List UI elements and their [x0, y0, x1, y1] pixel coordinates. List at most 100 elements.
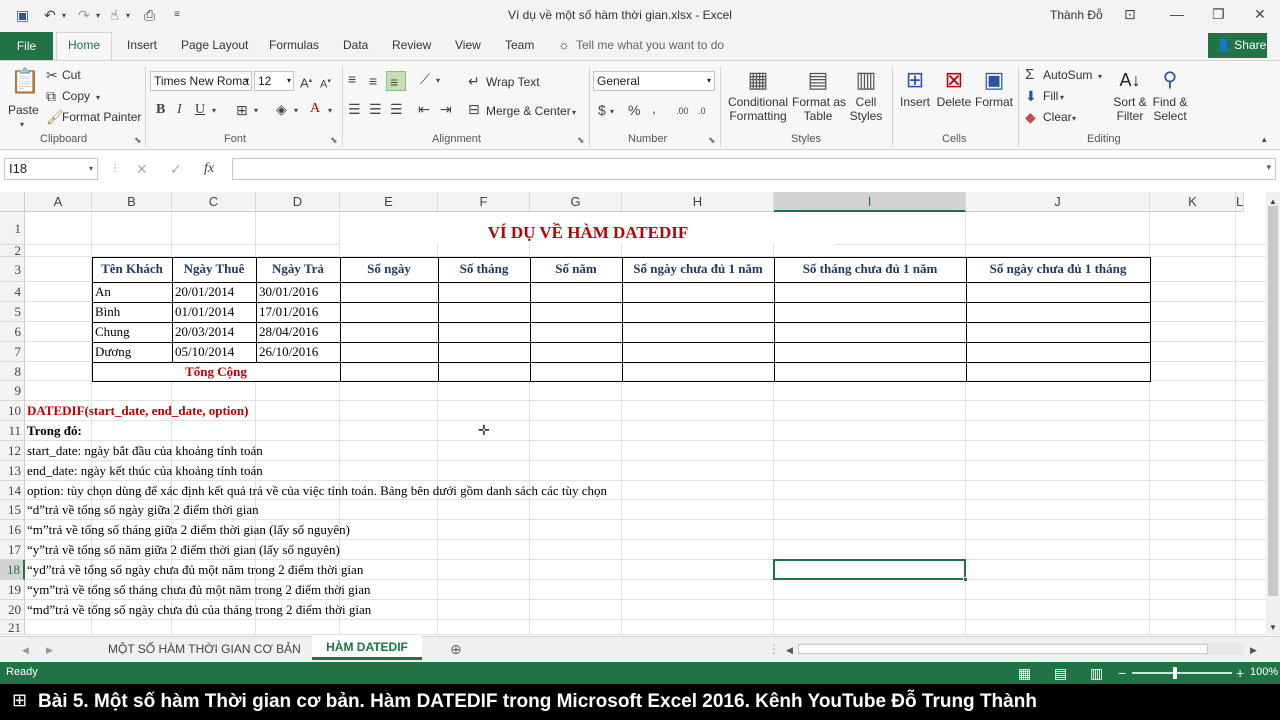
row-header-11[interactable]: 11: [0, 421, 25, 441]
note-line[interactable]: DATEDIF(start_date, end_date, option): [27, 401, 248, 420]
find-select-button[interactable]: ⚲ Find & Select: [1150, 65, 1190, 129]
note-line[interactable]: “ym”trả về tổng số tháng chưa đủ một năm…: [27, 580, 371, 599]
number-format-select[interactable]: General ▾: [593, 71, 715, 91]
row-header-7[interactable]: 7: [0, 342, 25, 362]
format-cells-button[interactable]: ▣ Format: [974, 65, 1014, 129]
row-header-5[interactable]: 5: [0, 302, 25, 322]
decrease-decimal-icon[interactable]: .0: [698, 103, 706, 119]
row-header-9[interactable]: 9: [0, 381, 25, 401]
note-line[interactable]: “m”trả về tổng số tháng giữa 2 điểm thời…: [27, 520, 350, 539]
grow-font-icon[interactable]: A▴: [300, 73, 312, 91]
shrink-font-icon[interactable]: A▾: [320, 74, 331, 93]
tab-review[interactable]: Review: [392, 38, 431, 52]
comma-icon[interactable]: ,: [652, 100, 656, 116]
column-header-F[interactable]: F: [438, 192, 530, 212]
row-header-13[interactable]: 13: [0, 461, 25, 481]
total-label[interactable]: Tổng Cộng: [92, 362, 340, 381]
tab-data[interactable]: Data: [343, 38, 368, 52]
row-header-12[interactable]: 12: [0, 441, 25, 461]
note-line[interactable]: “d”trả về tổng số ngày giữa 2 điểm thời …: [27, 500, 259, 519]
percent-icon[interactable]: %: [628, 102, 640, 118]
column-header-E[interactable]: E: [340, 192, 438, 212]
column-header-L[interactable]: L: [1236, 192, 1245, 212]
align-middle-icon[interactable]: ≡: [369, 73, 377, 89]
currency-dropdown-icon[interactable]: ▾: [610, 104, 614, 120]
tab-insert[interactable]: Insert: [127, 38, 157, 52]
row-header-4[interactable]: 4: [0, 282, 25, 302]
cell-styles-button[interactable]: ▥ Cell Styles: [844, 65, 888, 129]
formula-input[interactable]: ▾: [232, 158, 1276, 180]
next-sheet-icon[interactable]: ▶: [46, 642, 53, 658]
orientation-dropdown-icon[interactable]: ▾: [436, 73, 440, 89]
align-top-icon[interactable]: ≡: [348, 71, 356, 87]
increase-indent-icon[interactable]: ⇥: [440, 101, 452, 117]
redo-icon[interactable]: ↷: [78, 7, 90, 23]
zoom-out-icon[interactable]: −: [1118, 665, 1126, 681]
scroll-down-icon[interactable]: ▼: [1269, 620, 1277, 636]
note-line[interactable]: “y”trả về tổng số năm giữa 2 điểm thời g…: [27, 540, 340, 559]
worksheet-grid[interactable]: A B C D E F G H I J K L 1 2 3 4 5 6 7 8 9 10 11 12 13 14 15 16 17 18 1…: [0, 192, 1266, 635]
table-header[interactable]: Số tháng: [438, 257, 530, 281]
hscroll-thumb[interactable]: [798, 644, 1208, 654]
format-as-table-button[interactable]: ▤ Format as Table: [792, 65, 846, 129]
touch-dropdown-icon[interactable]: ▾: [126, 8, 130, 24]
table-header[interactable]: Số ngày: [340, 257, 438, 281]
note-line[interactable]: end_date: ngày kết thúc của khoảng tính …: [27, 461, 263, 480]
column-header-C[interactable]: C: [172, 192, 256, 212]
user-name[interactable]: Thành Đỗ: [1050, 8, 1103, 22]
normal-view-icon[interactable]: ▦: [1018, 665, 1031, 681]
prev-sheet-icon[interactable]: ◀: [22, 642, 29, 658]
row-header-14[interactable]: 14: [0, 481, 25, 500]
zoom-slider-thumb[interactable]: [1173, 667, 1177, 679]
ribbon-display-icon[interactable]: ⊡: [1124, 6, 1136, 22]
undo-dropdown-icon[interactable]: ▾: [62, 8, 66, 24]
note-line[interactable]: start_date: ngày bắt đầu của khoảng tính…: [27, 441, 263, 460]
table-header[interactable]: Ngày Thuê: [172, 257, 256, 281]
table-header[interactable]: Số tháng chưa đủ 1 năm: [774, 257, 966, 281]
align-center-icon[interactable]: ☰: [369, 101, 382, 117]
fill-dropdown-icon[interactable]: ▾: [1060, 90, 1064, 106]
undo-icon[interactable]: ↶: [44, 7, 56, 23]
row-header-2[interactable]: 2: [0, 244, 25, 257]
insert-function-icon[interactable]: fx: [204, 161, 214, 177]
table-header[interactable]: Tên Khách: [92, 257, 172, 281]
table-header[interactable]: Ngày Trả: [256, 257, 340, 281]
tell-me-input[interactable]: Tell me what you want to do: [576, 38, 724, 52]
orientation-icon[interactable]: ⟋: [420, 71, 430, 87]
decrease-indent-icon[interactable]: ⇤: [418, 101, 430, 117]
italic-icon[interactable]: I: [177, 102, 182, 118]
row-header-17[interactable]: 17: [0, 540, 25, 560]
row-header-15[interactable]: 15: [0, 500, 25, 520]
borders-icon[interactable]: ⊞: [236, 102, 248, 118]
row-header-19[interactable]: 19: [0, 580, 25, 600]
align-left-icon[interactable]: ☰: [348, 101, 361, 117]
page-break-view-icon[interactable]: ▥: [1090, 665, 1103, 681]
hscroll-left-icon[interactable]: ◀: [786, 642, 793, 658]
minimize-icon[interactable]: —: [1170, 6, 1184, 22]
font-name-select[interactable]: Times New Roma ▾: [150, 71, 252, 91]
zoom-slider[interactable]: [1132, 667, 1232, 679]
clear-button[interactable]: Clear: [1043, 110, 1072, 124]
note-line[interactable]: option: tùy chọn dùng để xác định kết qu…: [27, 481, 607, 500]
alignment-launcher-icon[interactable]: ⬊: [577, 135, 585, 146]
sheet-tab-datedif[interactable]: HÀM DATEDIF: [312, 636, 422, 660]
currency-icon[interactable]: $: [598, 102, 606, 118]
conditional-formatting-button[interactable]: ▦ Conditional Formatting: [724, 65, 792, 129]
font-size-select[interactable]: 12 ▾: [254, 71, 294, 91]
row-header-18[interactable]: 18: [0, 560, 25, 580]
column-header-H[interactable]: H: [622, 192, 774, 212]
paste-button[interactable]: 📋 Paste ▾: [6, 65, 40, 130]
cancel-icon[interactable]: ✕: [136, 161, 148, 177]
hscroll-right-icon[interactable]: ▶: [1250, 642, 1257, 658]
print-preview-icon[interactable]: ⎙: [144, 7, 155, 23]
tab-home-label[interactable]: Home: [68, 38, 100, 52]
row-header-6[interactable]: 6: [0, 322, 25, 342]
column-header-I[interactable]: I: [774, 192, 966, 212]
collapse-ribbon-icon[interactable]: ▴: [1262, 131, 1267, 147]
format-painter-button[interactable]: Format Painter: [62, 110, 141, 124]
note-line[interactable]: “md”trả về tổng số ngày chưa đủ của thán…: [27, 600, 371, 619]
save-icon[interactable]: ▣: [16, 7, 29, 23]
clipboard-launcher-icon[interactable]: ⬊: [134, 135, 142, 146]
name-box[interactable]: I18 ▾: [4, 158, 98, 180]
insert-cells-button[interactable]: ⊞ Insert: [896, 65, 934, 129]
